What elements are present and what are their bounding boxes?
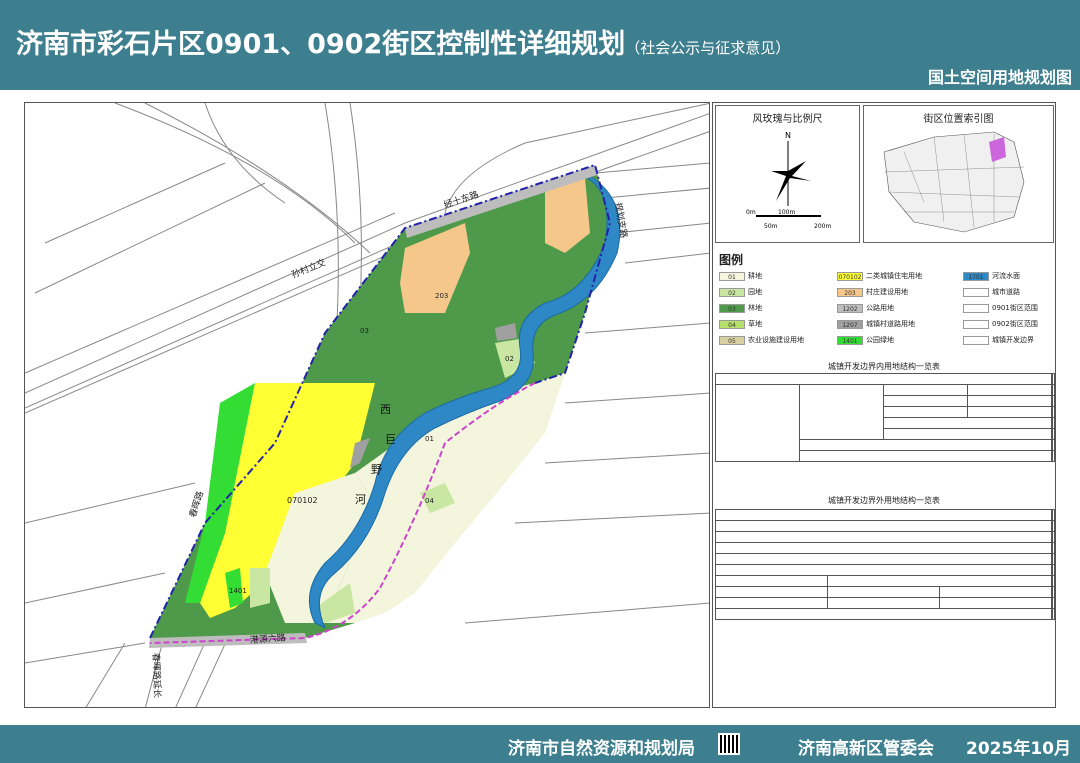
page-title: 济南市彩石片区0901、0902街区控制性详细规划（社会公示与征求意见） (16, 22, 790, 61)
parcel-label-01: 01 (425, 435, 434, 443)
compass-box: 风玫瑰与比例尺 N 0m 100m 50m 200m (715, 105, 860, 243)
map-svg: 经十东路 孙村立交 港源六路 规划支路 春晖路 春暉路延长 070102 140… (25, 103, 709, 707)
parcel-label-03: 03 (360, 327, 369, 335)
legend-swatch: 03 (719, 303, 745, 313)
svg-text:N: N (785, 131, 791, 140)
legend-item: 1207 城镇村道路用地 (837, 319, 915, 329)
legend-title: 图例 (719, 253, 744, 267)
svg-text:100m: 100m (778, 209, 795, 216)
legend-item: 0901街区范围 (963, 303, 1038, 313)
legend-label: 林地 (748, 304, 762, 312)
land-use-map[interactable]: 经十东路 孙村立交 港源六路 规划支路 春晖路 春暉路延长 070102 140… (24, 102, 710, 708)
legend-label: 园地 (748, 288, 762, 296)
table-outside-boundary (715, 509, 1055, 620)
legend-item: 01 耕地 (719, 271, 762, 281)
parcel-label-02: 02 (505, 355, 514, 363)
legend-swatch: 02 (719, 287, 745, 297)
svg-text:50m: 50m (764, 223, 778, 230)
legend-item: 04 草地 (719, 319, 762, 329)
legend-swatch: 203 (837, 287, 863, 297)
table2-title: 城镇开发边界外用地结构一览表 (828, 496, 940, 505)
legend-swatch (963, 303, 989, 313)
index-map-box: 街区位置索引图 (863, 105, 1054, 243)
legend-item: 城镇开发边界 (963, 335, 1034, 345)
parcel-label-residential: 070102 (287, 496, 318, 505)
river-char-3: 野 (371, 463, 382, 476)
legend-item: 05 农业设施建设用地 (719, 335, 804, 345)
qr-code-icon[interactable] (718, 733, 740, 755)
legend-swatch: 1207 (837, 319, 863, 329)
legend-item: 203 村庄建设用地 (837, 287, 908, 297)
parcel-label-04: 04 (425, 497, 434, 505)
footer-date: 2025年10月 (966, 739, 1071, 759)
subtitle-text: （社会公示与征求意见） (625, 39, 791, 57)
footer-org1: 济南市自然资源和规划局 (508, 739, 695, 759)
svg-text:0m: 0m (746, 209, 756, 216)
legend-label: 河流水面 (992, 272, 1020, 280)
legend-item: 1401 公园绿地 (837, 335, 894, 345)
road-label-chunhui-ext: 春暉路延长 (150, 653, 164, 698)
legend-swatch (963, 287, 989, 297)
road-label-chunhui: 春晖路 (186, 490, 206, 519)
legend-label: 0901街区范围 (992, 304, 1038, 312)
legend-swatch: 1701 (963, 271, 989, 281)
legend-label: 城镇开发边界 (992, 336, 1034, 344)
legend-item: 1202 公路用地 (837, 303, 894, 313)
legend-label: 城镇村道路用地 (866, 320, 915, 328)
legend-swatch: 01 (719, 271, 745, 281)
legend-item: 1701 河流水面 (963, 271, 1020, 281)
legend-label: 草地 (748, 320, 762, 328)
legend-swatch: 04 (719, 319, 745, 329)
legend-item: 0902街区范围 (963, 319, 1038, 329)
legend-swatch: 1202 (837, 303, 863, 313)
legend-swatch: 05 (719, 335, 745, 345)
table-inside-boundary (715, 373, 1055, 462)
parcels (150, 165, 610, 638)
legend-label: 耕地 (748, 272, 762, 280)
table1-title: 城镇开发边界内用地结构一览表 (828, 362, 940, 371)
legend-swatch (963, 335, 989, 345)
legend-label: 二类城镇住宅用地 (866, 272, 922, 280)
footer-bar: 济南市自然资源和规划局 济南高新区管委会 2025年10月 (0, 725, 1080, 763)
header-bar: 济南市彩石片区0901、0902街区控制性详细规划（社会公示与征求意见） 国土空… (0, 0, 1080, 90)
parcel-label-203: 203 (435, 292, 448, 300)
legend-label: 城市道路 (992, 288, 1020, 296)
legend-label: 村庄建设用地 (866, 288, 908, 296)
legend-item: 02 园地 (719, 287, 762, 297)
river-char-1: 西 (380, 403, 391, 416)
legend-swatch: 070102 (837, 271, 863, 281)
wind-rose-icon: N 0m 100m 50m 200m (746, 131, 831, 230)
legend-panel: 风玫瑰与比例尺 N 0m 100m 50m 200m 街区位置索引图 图例 01… (712, 102, 1056, 708)
legend-item: 070102 二类城镇住宅用地 (837, 271, 922, 281)
title-text: 济南市彩石片区0901、0902街区控制性详细规划 (16, 29, 626, 60)
index-map-icon (883, 131, 1025, 233)
legend-label: 农业设施建设用地 (748, 336, 804, 344)
legend-label: 公路用地 (866, 304, 894, 312)
parcel-label-park: 1401 (229, 587, 247, 595)
river-char-4: 河 (355, 493, 366, 506)
legend-item: 03 林地 (719, 303, 762, 313)
footer-org2: 济南高新区管委会 (798, 739, 934, 759)
legend-item: 城市道路 (963, 287, 1020, 297)
river-char-2: 巨 (385, 433, 396, 446)
map-title: 国土空间用地规划图 (927, 68, 1072, 87)
legend-label: 0902街区范围 (992, 320, 1038, 328)
legend-swatch (963, 319, 989, 329)
legend-swatch: 1401 (837, 335, 863, 345)
svg-text:200m: 200m (814, 223, 831, 230)
legend-label: 公园绿地 (866, 336, 894, 344)
